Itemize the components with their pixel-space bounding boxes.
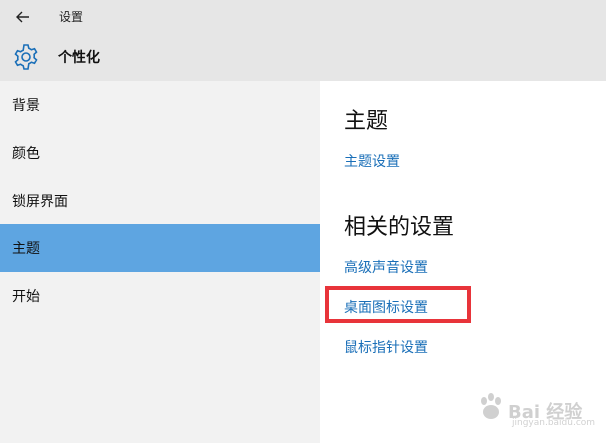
mouse-pointer-settings-link[interactable]: 鼠标指针设置 [344,337,428,357]
sidebar-item-label: 主题 [12,241,40,257]
page-header: 个性化 [0,33,606,81]
sidebar: 背景 颜色 锁屏界面 主题 开始 [0,81,320,443]
advanced-sound-settings-link[interactable]: 高级声音设置 [344,257,428,277]
watermark: Bai 经验 jingyan.baidu.com [478,378,600,433]
back-arrow-icon [16,11,29,22]
related-settings-heading: 相关的设置 [344,215,455,240]
sidebar-item-themes[interactable]: 主题 [0,224,320,272]
sidebar-item-background[interactable]: 背景 [0,81,320,129]
paw-icon [481,393,501,419]
window-title: 设置 [59,10,84,24]
highlight-annotation-box [325,286,471,323]
sidebar-item-lock-screen[interactable]: 锁屏界面 [0,177,320,225]
gear-icon [14,44,38,70]
sidebar-item-label: 开始 [12,289,40,305]
sidebar-item-start[interactable]: 开始 [0,272,320,320]
sidebar-item-colors[interactable]: 颜色 [0,129,320,177]
sidebar-item-label: 背景 [12,98,40,114]
back-button[interactable] [0,0,46,33]
sidebar-item-label: 颜色 [12,146,40,162]
theme-settings-link[interactable]: 主题设置 [344,151,400,171]
theme-heading: 主题 [344,109,389,134]
title-bar: 设置 [0,0,606,33]
watermark-subtext: jingyan.baidu.com [512,418,596,428]
page-title: 个性化 [58,50,100,66]
sidebar-item-label: 锁屏界面 [12,194,68,210]
